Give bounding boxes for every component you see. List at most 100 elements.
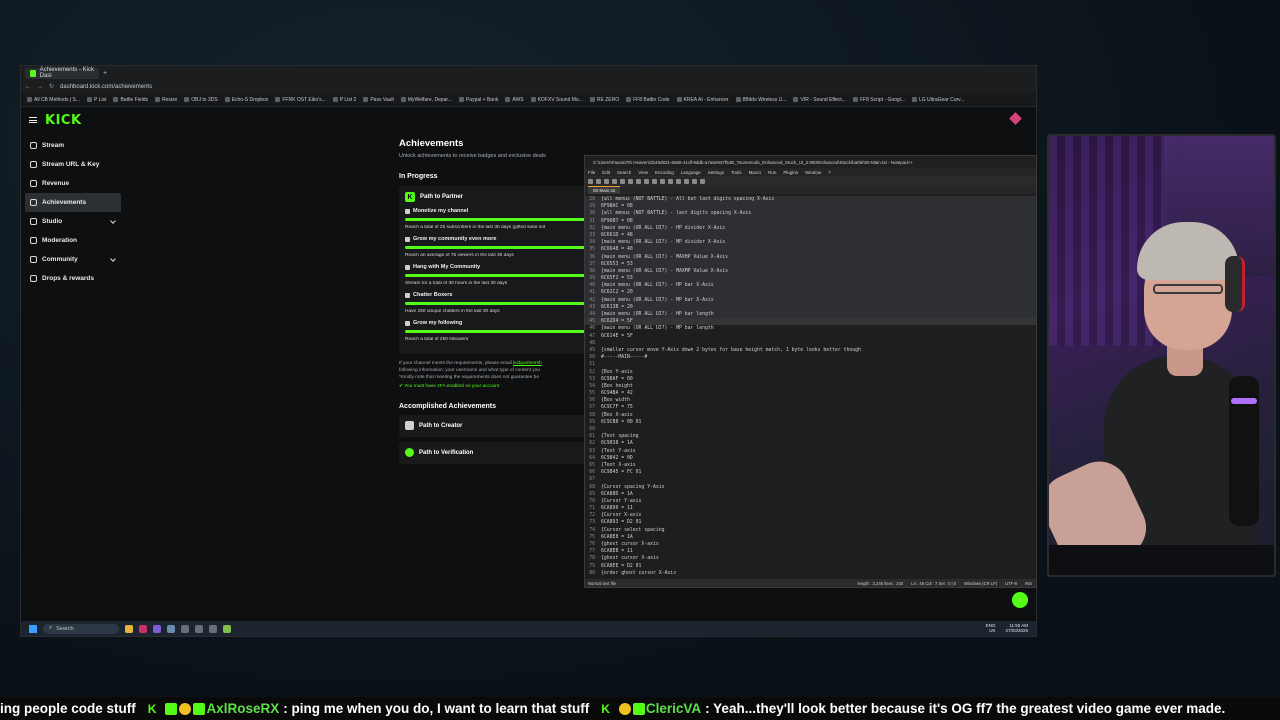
bookmark-item[interactable]: RE ZERO — [590, 97, 619, 103]
code-line[interactable]: 36 {main menu (OR ALL UI?) - MAXHP Value … — [585, 253, 1036, 261]
code-line[interactable]: 29 6F98AC = 08 — [585, 203, 1036, 211]
bookmark-item[interactable]: Paypal + Bank — [459, 97, 498, 103]
code-line[interactable]: 51 — [585, 361, 1036, 368]
code-line[interactable]: 42 {main menu (OR ALL UI?) - MP bar X-Axi… — [585, 296, 1036, 304]
bookmark-item[interactable]: Battle Fields — [113, 97, 148, 103]
code-line[interactable]: 59 6C9CB8 = 00 01 — [585, 419, 1036, 426]
code-editor[interactable]: 28 {all menus (NOT BATTLE) - All but last… — [585, 196, 1036, 579]
code-line[interactable]: 65 {Text X-axis — [585, 462, 1036, 469]
code-line[interactable]: 63 {Text Y-axis — [585, 448, 1036, 455]
code-line[interactable]: 45 6C62D4 = 5F — [585, 318, 1036, 326]
menu-item-plugins[interactable]: Plugins — [783, 170, 798, 175]
code-line[interactable]: 52 {Box Y-axis — [585, 369, 1036, 376]
code-line[interactable]: 38 {main menu (OR ALL UI?) - MAXMP Value … — [585, 267, 1036, 276]
help-chat-icon[interactable] — [1012, 592, 1028, 608]
bookmark-item[interactable]: OBJ to 3DS — [184, 97, 217, 103]
code-line[interactable]: 44 {main menu (OR ALL UI?) - HP bar lengt… — [585, 311, 1036, 319]
code-line[interactable]: 69 6CA88D = 1A — [585, 491, 1036, 498]
app-icon-4[interactable] — [195, 624, 203, 633]
code-line[interactable]: 64 6C9842 = 0D — [585, 455, 1036, 462]
code-line[interactable]: 39 6C65F2 = 53 — [585, 275, 1036, 283]
code-line[interactable]: 30 {all menus (NOT BATTLE) - last digits … — [585, 210, 1036, 218]
new-file-icon[interactable] — [588, 178, 593, 184]
bookmark-item[interactable]: VIR - Sound Effect... — [793, 97, 846, 103]
code-line[interactable]: 78 {ghost cursor X-axis — [585, 555, 1036, 562]
code-line[interactable]: 80 {order ghost cursor X-Axis — [585, 570, 1036, 577]
code-line[interactable]: 77 6CA8EB = 11 — [585, 548, 1036, 555]
bookmark-item[interactable]: P List — [87, 97, 106, 103]
kick-logo[interactable]: KICK — [45, 113, 82, 128]
taskbar-search[interactable]: ⌕ Search — [43, 623, 119, 634]
bookmark-item[interactable]: FFRK OST Eiko's... — [275, 97, 325, 103]
zoom-in-icon[interactable] — [692, 178, 697, 184]
bookmark-item[interactable]: AWS — [505, 97, 523, 103]
code-line[interactable]: 71 6CA890 = 11 — [585, 505, 1036, 512]
bookmark-item[interactable]: All CB Methods | S... — [27, 97, 80, 103]
steam-icon[interactable] — [167, 624, 175, 633]
sidebar-item-community[interactable]: Community — [25, 250, 121, 269]
bookmark-item[interactable]: Pass Vault — [363, 97, 394, 103]
sidebar-item-stream-url-key[interactable]: Stream URL & Key — [25, 155, 121, 174]
menu-icon[interactable] — [29, 117, 37, 123]
app-icon-3[interactable] — [181, 624, 189, 633]
app-icon-2[interactable] — [153, 624, 161, 633]
code-line[interactable]: 28 {all menus (NOT BATTLE) - All but last… — [585, 196, 1036, 204]
code-line[interactable]: 47 6C614E = 5F — [585, 333, 1036, 340]
notepad-file-tab[interactable]: 00-Main.txt — [588, 186, 621, 194]
code-line[interactable]: 46 {main menu (OR ALL UI?) - MP bar lengt… — [585, 325, 1036, 332]
open-file-icon[interactable] — [596, 178, 601, 184]
code-line[interactable]: 50 #-----MAIN-----# — [585, 354, 1036, 361]
save-all-icon[interactable] — [612, 178, 617, 184]
code-line[interactable]: 73 6CA893 = D2 01 — [585, 519, 1036, 526]
file-explorer-icon[interactable] — [125, 624, 133, 633]
forward-icon[interactable]: → — [37, 84, 43, 90]
code-line[interactable]: 75 6CA8E8 = 1A — [585, 534, 1036, 541]
code-line[interactable]: 57 6C9C7F = 75 — [585, 404, 1036, 411]
code-line[interactable]: 35 6C6648 = 40 — [585, 246, 1036, 254]
sidebar-item-studio[interactable]: Studio — [25, 212, 121, 231]
copy-icon[interactable] — [644, 178, 649, 184]
code-line[interactable]: 61 {Text spacing — [585, 433, 1036, 440]
sidebar-item-moderation[interactable]: Moderation — [25, 231, 121, 250]
menu-item-window[interactable]: Window — [805, 170, 821, 175]
code-line[interactable]: 40 {main menu (OR ALL UI?) - HP bar X-Axi… — [585, 282, 1036, 290]
app-icon-1[interactable] — [139, 624, 147, 633]
path-to-partner-header[interactable]: K Path to Partner — [405, 192, 603, 202]
chevron-down-icon[interactable] — [110, 218, 116, 224]
sidebar-item-achievements[interactable]: Achievements — [25, 193, 121, 212]
code-line[interactable]: 41 6C62C2 = 20 — [585, 289, 1036, 297]
save-icon[interactable] — [604, 178, 609, 184]
back-icon[interactable]: ← — [25, 84, 31, 90]
code-line[interactable]: 74 {Cursor select spacing — [585, 527, 1036, 534]
print-icon[interactable] — [628, 178, 633, 184]
language-indicator[interactable]: ENG UK — [986, 623, 996, 634]
bookmark-item[interactable]: Echo-S Dropbox — [225, 97, 269, 103]
bookmark-item[interactable]: 8Bitdo Wireless U... — [736, 97, 787, 103]
code-line[interactable]: 58 {Box X-axis — [585, 412, 1036, 419]
menu-item-file[interactable]: File — [588, 170, 595, 175]
code-line[interactable]: 55 6C94BA = 42 — [585, 390, 1036, 397]
code-line[interactable]: 60 — [585, 426, 1036, 433]
browser-tab[interactable]: Achievements - Kick Dasi — [25, 67, 99, 79]
code-line[interactable]: 76 {ghost cursor X-axis — [585, 541, 1036, 548]
bookmark-item[interactable]: FF8 Battle Code — [626, 97, 669, 103]
paste-icon[interactable] — [652, 178, 657, 184]
code-line[interactable]: 43 6C613B = 20 — [585, 303, 1036, 311]
menu-item-run[interactable]: Run — [768, 170, 776, 175]
code-line[interactable]: 32 {main menu (OR ALL UI?) - HP divider X… — [585, 224, 1036, 232]
menu-item-language[interactable]: Language — [681, 170, 701, 175]
code-line[interactable]: 53 6C98AF = 00 — [585, 376, 1036, 383]
code-line[interactable]: 31 6F96B7 = 08 — [585, 217, 1036, 225]
code-line[interactable]: 62 6C9838 = 1A — [585, 440, 1036, 447]
menu-item-tools[interactable]: Tools — [731, 170, 742, 175]
code-line[interactable]: 66 6C9845 = FC 01 — [585, 469, 1036, 476]
bookmark-item[interactable]: Resize — [155, 97, 177, 103]
notepad-plus-plus-icon[interactable] — [223, 624, 231, 633]
chevron-down-icon[interactable] — [110, 256, 116, 262]
menu-item-search[interactable]: Search — [617, 170, 631, 175]
code-line[interactable]: 49 {smaller cursor move Y-Axis down 2 byt… — [585, 347, 1036, 354]
code-line[interactable]: 70 {Cursor Y-axis — [585, 498, 1036, 505]
code-line[interactable]: 79 6CA8EE = D2 01 — [585, 563, 1036, 570]
menu-item-view[interactable]: View — [638, 170, 648, 175]
windows-start-icon[interactable] — [29, 624, 37, 633]
